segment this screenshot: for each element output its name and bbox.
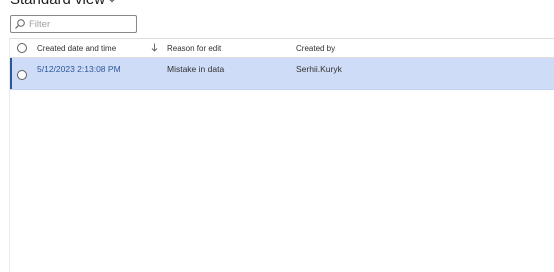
sort-descending-icon	[151, 43, 158, 52]
filter-input[interactable]	[29, 17, 129, 31]
chevron-down-icon	[110, 0, 114, 2]
column-header-reason-for-edit[interactable]: Reason for edit	[167, 44, 221, 53]
grid-header: Created date and time Reason for edit Cr…	[10, 39, 554, 58]
cell-created-by: Serhii.Kuryk	[296, 64, 342, 74]
row-select-radio[interactable]	[17, 70, 27, 80]
cell-reason-for-edit: Mistake in data	[167, 64, 225, 74]
view-title: Standard view	[10, 0, 105, 8]
table-row[interactable]: 5/12/2023 2:13:08 PM Mistake in data Ser…	[10, 58, 554, 90]
data-grid: Created date and time Reason for edit Cr…	[9, 38, 554, 272]
column-header-created-date-time[interactable]: Created date and time	[37, 44, 116, 53]
search-icon	[15, 19, 25, 29]
row-selection-indicator	[10, 58, 12, 89]
view-selector[interactable]: Standard view	[10, 0, 116, 8]
filter-field[interactable]	[10, 15, 137, 33]
column-header-created-by[interactable]: Created by	[296, 44, 335, 53]
page: Standard view Created date and time Reas…	[0, 0, 554, 272]
select-all-radio[interactable]	[17, 43, 27, 53]
cell-created-date-time[interactable]: 5/12/2023 2:13:08 PM	[37, 64, 121, 74]
